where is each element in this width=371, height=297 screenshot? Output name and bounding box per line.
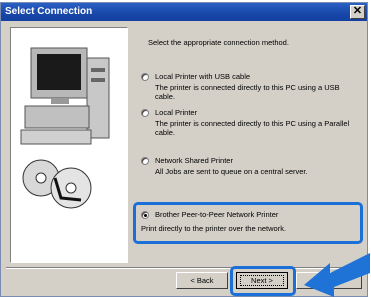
option-usb[interactable]: Local Printer with USB cable The printer…: [141, 72, 361, 101]
option-network-shared-label: Network Shared Printer: [155, 156, 233, 165]
option-usb-desc: The printer is connected directly to thi…: [155, 83, 340, 101]
computer-and-cd-icon: [10, 27, 128, 263]
option-local[interactable]: Local Printer The printer is connected d…: [141, 108, 361, 137]
option-local-desc: The printer is connected directly to thi…: [155, 119, 350, 137]
next-button-highlight: [230, 266, 296, 296]
option-peer-to-peer-desc: Print directly to the printer over the n…: [141, 224, 287, 233]
title-bar: Select Connection ✕: [1, 3, 367, 21]
instruction-text: Select the appropriate connection method…: [148, 38, 289, 47]
close-button[interactable]: ✕: [350, 5, 365, 19]
close-icon: ✕: [352, 5, 363, 17]
radio-network-shared[interactable]: [141, 156, 149, 165]
option-network-shared-desc: All Jobs are sent to queue on a central …: [155, 167, 308, 176]
option-usb-label: Local Printer with USB cable: [155, 72, 251, 81]
option-peer-to-peer[interactable]: Brother Peer-to-Peer Network Printer Pri…: [141, 210, 361, 234]
option-local-label: Local Printer: [155, 108, 198, 117]
arrow-pointer-icon: [304, 253, 370, 297]
window-title: Select Connection: [5, 6, 93, 17]
option-peer-to-peer-label: Brother Peer-to-Peer Network Printer: [155, 210, 279, 219]
radio-local[interactable]: [141, 108, 149, 117]
radio-usb[interactable]: [141, 72, 149, 81]
back-button-label: < Back: [190, 276, 214, 285]
back-button[interactable]: < Back: [176, 272, 228, 289]
option-network-shared[interactable]: Network Shared Printer All Jobs are sent…: [141, 156, 361, 177]
radio-peer-to-peer[interactable]: [141, 210, 149, 219]
